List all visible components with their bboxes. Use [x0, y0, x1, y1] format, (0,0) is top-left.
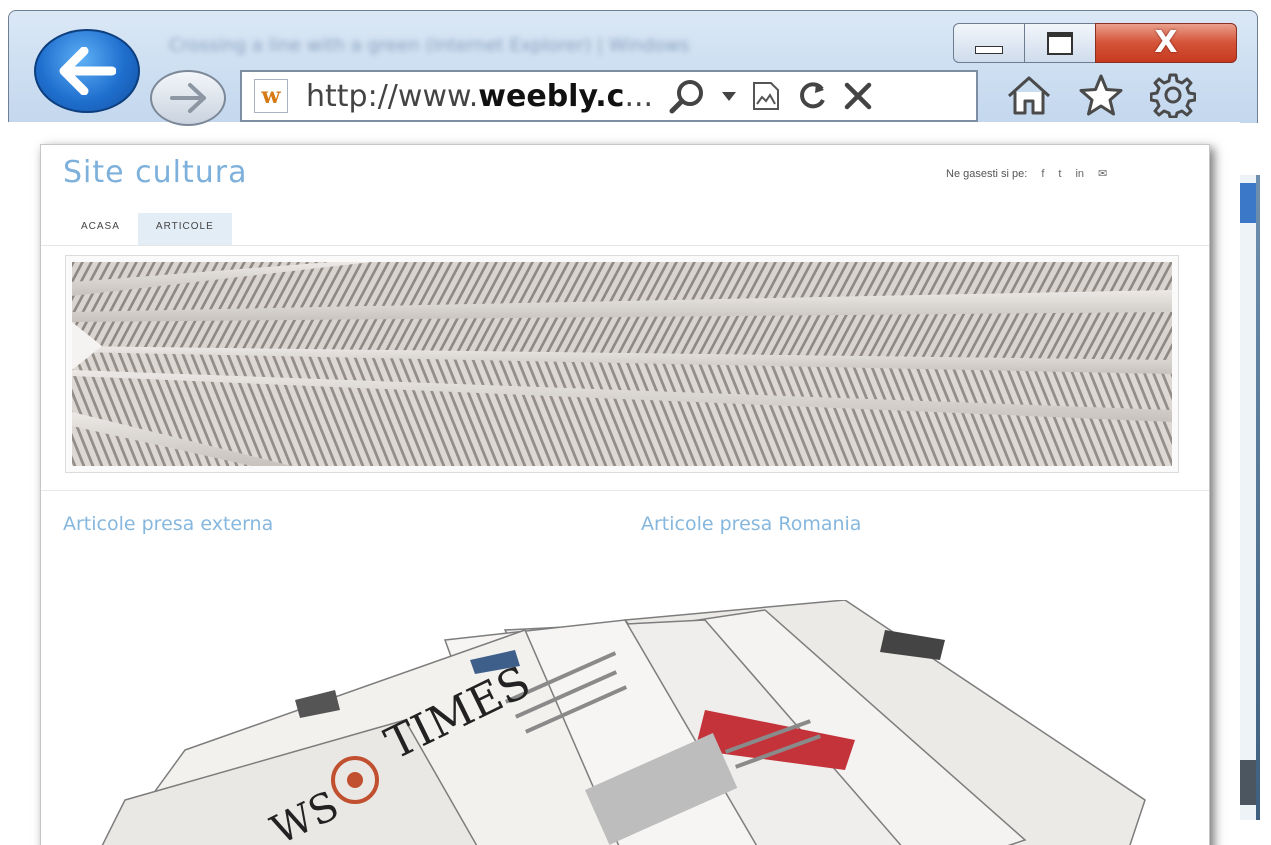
social-links: Ne gasesti si pe: f t in ✉	[946, 167, 1107, 181]
arrow-left-icon	[59, 47, 116, 95]
refresh-icon[interactable]	[795, 79, 829, 113]
content-divider	[41, 490, 1209, 491]
minimize-button[interactable]	[953, 23, 1025, 63]
site-title[interactable]: Site cultura	[63, 155, 247, 190]
minimize-icon	[975, 46, 1003, 54]
arrow-right-icon	[170, 83, 206, 113]
close-button[interactable]: X	[1095, 23, 1237, 63]
social-label: Ne gasesti si pe:	[946, 167, 1028, 180]
column-title-external[interactable]: Articole presa externa	[63, 513, 273, 535]
maximize-button[interactable]	[1024, 23, 1096, 63]
page-viewport: Site cultura Ne gasesti si pe: f t in ✉ …	[0, 122, 1240, 845]
maximize-icon	[1047, 31, 1073, 55]
site-nav: ACASA ARTICOLE	[63, 213, 232, 245]
facebook-icon[interactable]: f	[1041, 168, 1044, 180]
nav-item-acasa[interactable]: ACASA	[63, 213, 138, 245]
site-preview: Site cultura Ne gasesti si pe: f t in ✉ …	[40, 144, 1210, 845]
forward-button[interactable]	[150, 70, 226, 126]
close-icon: X	[1154, 25, 1178, 60]
address-bar[interactable]: w http://www.weebly.c...	[240, 70, 978, 122]
window-title: Crossing a line with a green (Internet E…	[169, 35, 690, 56]
home-icon[interactable]	[1006, 74, 1052, 116]
nav-item-articole[interactable]: ARTICOLE	[137, 213, 232, 245]
back-button[interactable]	[34, 29, 140, 113]
column-title-romania[interactable]: Articole presa Romania	[641, 513, 861, 535]
url-domain: weebly.c	[478, 78, 625, 114]
favorites-star-icon[interactable]	[1078, 73, 1124, 117]
stop-icon[interactable]	[843, 81, 873, 111]
toolbar-icons	[1006, 72, 1196, 118]
newspapers-image: TIMES WS	[101, 600, 1146, 845]
settings-gear-icon[interactable]	[1150, 72, 1196, 118]
banner-image	[72, 262, 1172, 466]
mail-icon[interactable]: ✉	[1098, 167, 1107, 180]
compatibility-view-icon[interactable]	[751, 80, 781, 112]
weebly-favicon-icon: w	[254, 79, 288, 113]
background-window-edge	[1240, 175, 1260, 820]
header-banner	[65, 255, 1179, 473]
linkedin-icon[interactable]: in	[1075, 168, 1084, 180]
twitter-icon[interactable]: t	[1058, 168, 1061, 180]
url-text[interactable]: http://www.weebly.c...	[306, 79, 653, 114]
window-controls: X	[953, 23, 1237, 63]
url-prefix: http://www.	[306, 78, 479, 114]
search-icon[interactable]	[667, 76, 707, 116]
dropdown-arrow-icon[interactable]	[721, 90, 737, 102]
site-header: Site cultura Ne gasesti si pe: f t in ✉ …	[41, 145, 1209, 246]
url-ellipsis: ...	[624, 78, 654, 114]
